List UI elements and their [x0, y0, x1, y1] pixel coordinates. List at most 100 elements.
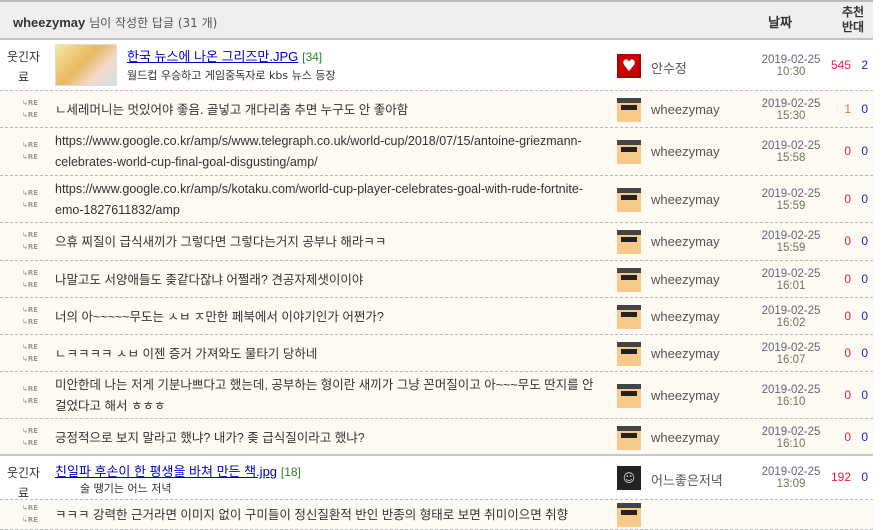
recommend-count: 0 [844, 234, 851, 248]
vote-column-header: 추천 반대 [842, 5, 865, 34]
oppose-count: 0 [861, 272, 868, 286]
category-label: 웃긴자료 [6, 466, 41, 500]
reply-text[interactable]: https://www.google.co.kr/amp/s/kotaku.co… [55, 179, 605, 221]
author-nick[interactable]: wheezymay [651, 430, 720, 445]
reply-icon: ↳RE ↳RE [22, 427, 39, 447]
avatar[interactable] [617, 305, 641, 329]
reply-icon: ↳RE ↳RE [22, 343, 39, 363]
reply-icon: ↳RE ↳RE [22, 269, 39, 289]
author-nick[interactable]: wheezymay [651, 192, 720, 207]
reply-icon: ↳RE ↳RE [22, 141, 39, 161]
recommend-count: 0 [844, 192, 851, 206]
reply-icon: ↳RE ↳RE [22, 306, 39, 326]
oppose-count: 0 [861, 309, 868, 323]
post-date: 2019-02-25 15:59 [761, 188, 821, 212]
author-nick[interactable]: wheezymay [651, 388, 720, 403]
reply-text[interactable]: https://www.google.co.kr/amp/s/www.teleg… [55, 131, 605, 173]
reply-icon: ↳RE ↳RE [22, 385, 39, 405]
author-nick[interactable]: wheezymay [651, 234, 720, 249]
reply-text[interactable]: ㄴ세레머니는 멋있어야 좋음. 골넣고 개다리춤 추면 누구도 안 좋아함 [55, 100, 605, 121]
post-row: 웃긴자료 한국 뉴스에 나온 그리즈만.JPG [34] 월드컵 우승하고 게임중독… [0, 40, 873, 91]
avatar[interactable]: ♥ [617, 54, 641, 78]
author-nick[interactable]: 어느좋은저녁 [651, 470, 723, 489]
comment-count: [34] [302, 50, 323, 64]
author-nick[interactable]: wheezymay [651, 272, 720, 287]
avatar[interactable] [617, 230, 641, 254]
recommend-count: 0 [844, 346, 851, 360]
post-title-link[interactable]: 친일파 후손이 한 평생을 바쳐 만든 책.jpg [55, 464, 277, 479]
reply-text[interactable]: 너의 아~~~~~무도는 ㅅㅂ ㅈ만한 페북에서 이야기인가 어쩐가? [55, 307, 605, 328]
reply-row: ↳RE ↳RE ㅋㅋㅋ 강력한 근거라면 이미지 없이 구미들이 정신질환적 반인 … [0, 500, 873, 530]
recommend-count: 1 [844, 102, 851, 116]
reply-row: ↳RE ↳RE https://www.google.co.kr/amp/s/www… [0, 128, 873, 176]
author-nick[interactable]: wheezymay [651, 102, 720, 117]
reply-row: ↳RE ↳RE 으휴 찌질이 급식새끼가 그렇다면 그렇다는거지 공부나 해라ㅋㅋ w… [0, 223, 873, 261]
author-nick[interactable]: wheezymay [651, 346, 720, 361]
recommend-count: 0 [844, 144, 851, 158]
reply-icon: ↳RE ↳RE [22, 99, 39, 119]
post-date: 2019-02-25 16:01 [761, 268, 821, 292]
recommend-count: 0 [844, 272, 851, 286]
recommend-count: 545 [830, 58, 851, 72]
reply-icon: ↳RE ↳RE [22, 504, 39, 524]
oppose-count: 0 [861, 430, 868, 444]
recommend-count: 0 [844, 309, 851, 323]
reply-row: ↳RE ↳RE 미안한데 나는 저게 기분나쁘다고 했는데, 공부하는 형이란 새끼… [0, 372, 873, 419]
reply-text[interactable]: 미안한데 나는 저게 기분나쁘다고 했는데, 공부하는 형이란 새끼가 그냥 꼰… [55, 375, 605, 417]
avatar[interactable] [617, 503, 641, 527]
avatar[interactable] [617, 140, 641, 164]
avatar[interactable] [617, 268, 641, 292]
reply-row: ↳RE ↳RE 너의 아~~~~~무도는 ㅅㅂ ㅈ만한 페북에서 이야기인가 어쩐가… [0, 298, 873, 335]
post-date: 2019-02-25 15:30 [761, 98, 821, 122]
author-nick[interactable]: 안수정 [651, 58, 687, 77]
post-date: 2019-02-25 13:09 [761, 466, 821, 490]
reply-text[interactable]: ㄴㅋㅋㅋㅋ ㅅㅂ 이젠 증거 가져와도 물타기 당하네 [55, 344, 605, 365]
author-nick[interactable]: wheezymay [651, 144, 720, 159]
recommend-count: 192 [830, 470, 851, 484]
date-column-header: 날짜 [768, 16, 792, 31]
oppose-count: 0 [861, 234, 868, 248]
oppose-count: 0 [861, 144, 868, 158]
oppose-count: 0 [861, 192, 868, 206]
reply-row: ↳RE ↳RE 나말고도 서양애들도 좆같다잖냐 어쩔래? 견공자제샛이이야 whee… [0, 261, 873, 298]
reply-row: ↳RE ↳RE https://www.google.co.kr/amp/s/kot… [0, 176, 873, 223]
post-date: 2019-02-25 16:07 [761, 342, 821, 366]
reply-icon: ↳RE ↳RE [22, 189, 39, 209]
reply-text[interactable]: 긍정적으로 보지 말라고 했냐? 내가? 좆 급식질이라고 했냐? [55, 428, 605, 449]
post-thumbnail[interactable] [55, 44, 117, 86]
recommend-count: 0 [844, 430, 851, 444]
avatar[interactable] [617, 98, 641, 122]
reply-text[interactable]: 으휴 찌질이 급식새끼가 그렇다면 그렇다는거지 공부나 해라ㅋㅋ [55, 232, 605, 253]
avatar[interactable]: ☺ [617, 466, 641, 490]
post-date: 2019-02-25 16:10 [761, 426, 821, 450]
avatar[interactable] [617, 188, 641, 212]
post-subtitle: 술 땡기는 어느 저녁 [80, 482, 172, 495]
avatar[interactable] [617, 342, 641, 366]
reply-row: ↳RE ↳RE ㄴㅋㅋㅋㅋ ㅅㅂ 이젠 증거 가져와도 물타기 당하네 wheezym… [0, 335, 873, 372]
page-title: wheezymay 님이 작성한 답글 (31 개) [13, 15, 218, 30]
reply-text[interactable]: ㅋㅋㅋ 강력한 근거라면 이미지 없이 구미들이 정신질환적 반인 반종의 형태… [55, 505, 605, 526]
comment-count: [18] [280, 465, 301, 479]
avatar[interactable] [617, 384, 641, 408]
recommend-count: 0 [844, 388, 851, 402]
oppose-count: 0 [861, 346, 868, 360]
reply-row: ↳RE ↳RE 긍정적으로 보지 말라고 했냐? 내가? 좆 급식질이라고 했냐? w… [0, 419, 873, 456]
post-date: 2019-02-25 16:10 [761, 384, 821, 408]
oppose-count: 0 [861, 388, 868, 402]
author-nick[interactable]: wheezymay [651, 309, 720, 324]
post-date: 2019-02-25 15:58 [761, 140, 821, 164]
avatar[interactable] [617, 426, 641, 450]
post-subtitle: 월드컵 우승하고 게임중독자로 kbs 뉴스 등장 [127, 69, 336, 82]
post-title-link[interactable]: 한국 뉴스에 나온 그리즈만.JPG [127, 49, 298, 64]
post-date: 2019-02-25 15:59 [761, 230, 821, 254]
post-date: 2019-02-25 10:30 [761, 54, 821, 78]
oppose-count: 0 [861, 102, 868, 116]
oppose-count: 0 [861, 470, 868, 484]
post-row: 웃긴자료 친일파 후손이 한 평생을 바쳐 만든 책.jpg [18] 술 땡기는 … [0, 456, 873, 500]
post-date: 2019-02-25 16:02 [761, 305, 821, 329]
list-header: wheezymay 님이 작성한 답글 (31 개) 날짜 추천 반대 [0, 0, 873, 40]
reply-list: wheezymay 님이 작성한 답글 (31 개) 날짜 추천 반대 웃긴자료 한… [0, 0, 873, 530]
oppose-count: 2 [861, 58, 868, 72]
category-label: 웃긴자료 [6, 50, 41, 84]
reply-text[interactable]: 나말고도 서양애들도 좆같다잖냐 어쩔래? 견공자제샛이이야 [55, 270, 605, 291]
